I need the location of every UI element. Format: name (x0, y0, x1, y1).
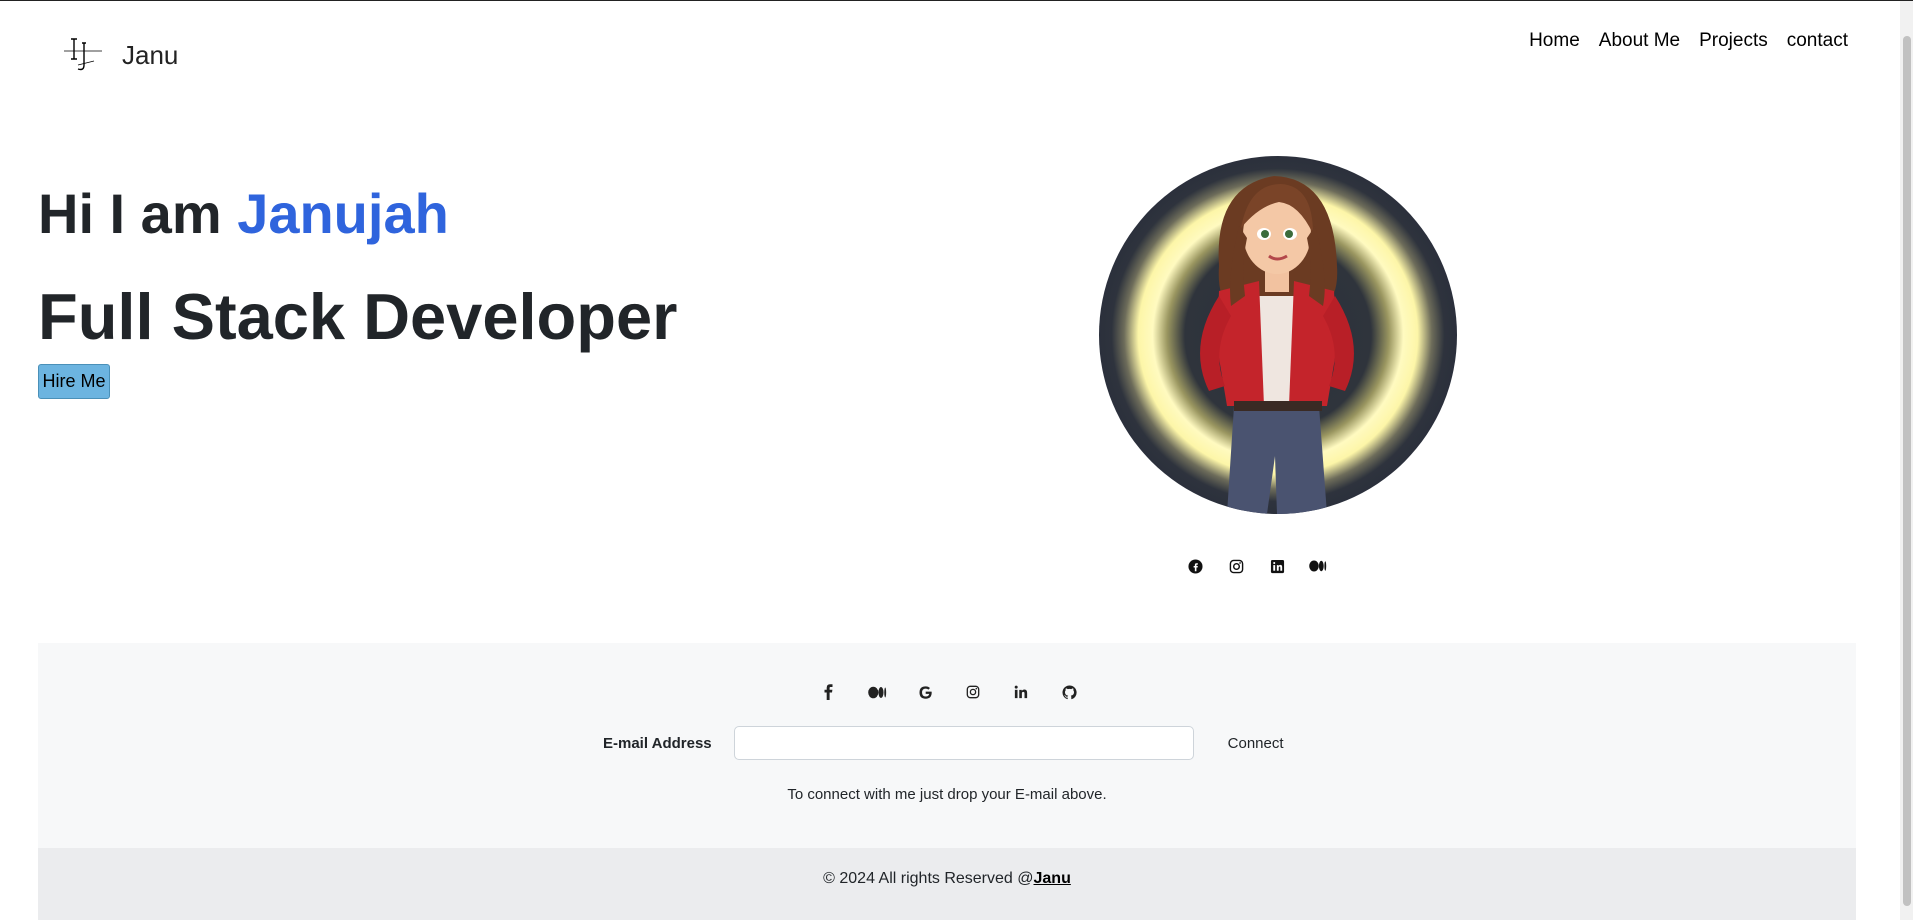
greeting-text: Hi I am (38, 182, 222, 245)
email-label: E-mail Address (603, 734, 712, 752)
main-nav: Home About Me Projects contact (1510, 30, 1848, 52)
copyright-prefix: © 2024 All rights Reserved @ (823, 870, 1034, 887)
scrollbar-thumb[interactable] (1903, 36, 1911, 906)
medium-icon[interactable] (1308, 556, 1328, 576)
linkedin-icon[interactable] (1010, 681, 1032, 703)
copyright-text: © 2024 All rights Reserved @Janu (38, 870, 1856, 888)
facebook-icon[interactable] (818, 681, 840, 703)
github-icon[interactable] (1058, 681, 1080, 703)
page-scrollbar[interactable] (1900, 1, 1913, 920)
instagram-icon[interactable] (1226, 556, 1246, 576)
nav-about-me[interactable]: About Me (1599, 30, 1680, 52)
email-input[interactable] (733, 726, 1194, 760)
hero-role: Full Stack Developer (38, 280, 678, 353)
connect-hint: To connect with me just drop your E-mail… (787, 786, 1107, 803)
hero-social-links (1185, 556, 1349, 576)
brand[interactable]: Janu (62, 35, 178, 75)
contact-footer: E-mail Address Connect To connect with m… (38, 643, 1856, 920)
nav-home[interactable]: Home (1529, 30, 1580, 52)
avatar-image (1099, 156, 1457, 514)
logo-icon (64, 38, 102, 71)
hero-name: Janujah (237, 182, 449, 245)
email-form: E-mail Address Connect (603, 726, 1298, 760)
hero-greeting: Hi I am Janujah (38, 181, 449, 246)
hire-me-button[interactable]: Hire Me (38, 364, 110, 399)
linkedin-icon[interactable] (1267, 556, 1287, 576)
copyright-bar: © 2024 All rights Reserved @Janu (38, 848, 1856, 920)
nav-projects[interactable]: Projects (1699, 30, 1768, 52)
facebook-icon[interactable] (1185, 556, 1205, 576)
medium-icon[interactable] (866, 681, 888, 703)
instagram-icon[interactable] (962, 681, 984, 703)
nav-contact[interactable]: contact (1787, 30, 1848, 52)
copyright-link[interactable]: Janu (1034, 870, 1071, 887)
google-icon[interactable] (914, 681, 936, 703)
connect-button[interactable]: Connect (1214, 729, 1298, 758)
footer-social-links (818, 681, 1106, 703)
brand-name: Janu (122, 39, 179, 70)
